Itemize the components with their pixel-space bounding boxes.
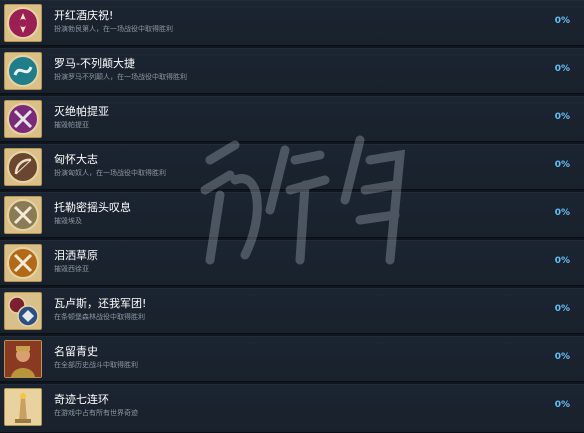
achievement-percent: 0% (554, 256, 570, 266)
burgundian-tree-icon (4, 4, 42, 42)
achievement-description: 扮演匈奴人，在一场战役中取得胜利 (54, 169, 166, 177)
achievement-row[interactable]: 托勒密摇头叹息 摧毁埃及 0% (0, 192, 584, 238)
crossed-swords-icon (4, 100, 42, 138)
achievement-description: 扮演罗马不列颠人，在一场战役中取得胜利 (54, 73, 187, 81)
achievement-percent: 0% (554, 112, 570, 122)
wonder-pharos-icon (4, 388, 42, 426)
achievement-row[interactable]: 名留青史 在全部历史战斗中取得胜利 0% (0, 336, 584, 382)
achievement-description: 摧毁帕提亚 (54, 121, 89, 129)
achievement-row[interactable]: 开红酒庆祝! 扮演勃艮第人，在一场战役中取得胜利 0% (0, 0, 584, 46)
achievement-row[interactable]: 泪洒草原 摧毁西徐亚 0% (0, 240, 584, 286)
achievement-row[interactable]: 灭绝帕提亚 摧毁帕提亚 0% (0, 96, 584, 142)
crossed-swords-icon (4, 196, 42, 234)
achievement-description: 在条顿堡森林战役中取得胜利 (54, 313, 145, 321)
achievement-percent: 0% (554, 208, 570, 218)
legion-eagle-icon (4, 292, 42, 330)
achievement-row[interactable]: 瓦卢斯，还我军团! 在条顿堡森林战役中取得胜利 0% (0, 288, 584, 334)
crossed-swords-icon (4, 244, 42, 282)
achievement-percent: 0% (554, 16, 570, 26)
achievement-description: 摧毁西徐亚 (54, 265, 89, 273)
achievement-description: 摧毁埃及 (54, 217, 82, 225)
achievement-row[interactable]: 罗马-不列颠大捷 扮演罗马不列颠人，在一场战役中取得胜利 0% (0, 48, 584, 94)
achievement-title: 罗马-不列颠大捷 (54, 57, 135, 70)
achievement-title: 名留青史 (54, 345, 98, 358)
achievement-row[interactable]: 匈怀大志 扮演匈奴人，在一场战役中取得胜利 0% (0, 144, 584, 190)
achievement-title: 匈怀大志 (54, 153, 98, 166)
achievement-title: 开红酒庆祝! (54, 9, 114, 22)
achievement-title: 灭绝帕提亚 (54, 105, 109, 118)
achievement-title: 奇迹七连环 (54, 393, 109, 406)
achievement-percent: 0% (554, 64, 570, 74)
historical-general-portrait-icon (4, 340, 42, 378)
hun-bow-icon (4, 148, 42, 186)
achievement-title: 泪洒草原 (54, 249, 98, 262)
achievement-percent: 0% (554, 352, 570, 362)
romano-british-dragon-icon (4, 52, 42, 90)
achievement-percent: 0% (554, 304, 570, 314)
achievement-description: 在游戏中占有所有世界奇迹 (54, 409, 138, 417)
achievement-title: 托勒密摇头叹息 (54, 201, 131, 214)
achievement-description: 在全部历史战斗中取得胜利 (54, 361, 138, 369)
achievement-row[interactable]: 奇迹七连环 在游戏中占有所有世界奇迹 0% (0, 384, 584, 433)
achievement-description: 扮演勃艮第人，在一场战役中取得胜利 (54, 25, 173, 33)
achievement-percent: 0% (554, 160, 570, 170)
achievement-percent: 0% (554, 400, 570, 410)
achievement-title: 瓦卢斯，还我军团! (54, 297, 147, 310)
